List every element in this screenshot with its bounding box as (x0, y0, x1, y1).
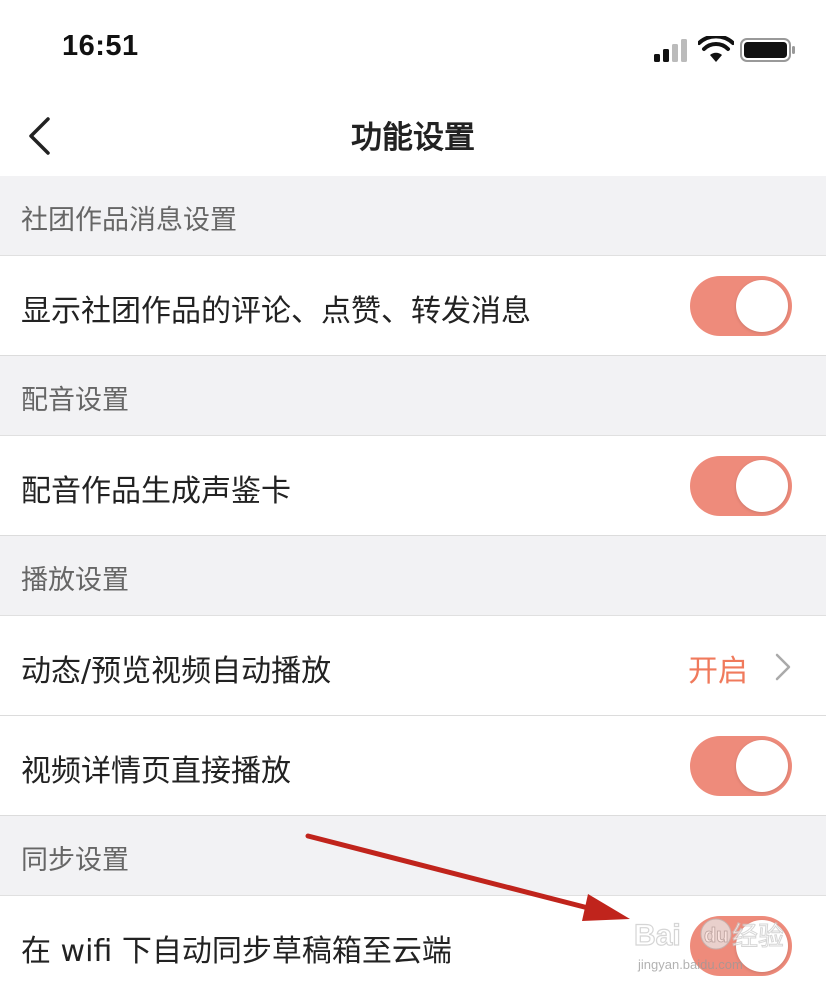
voice-card-toggle[interactable] (690, 456, 792, 516)
direct-play-toggle[interactable] (690, 736, 792, 796)
setting-row-wifi-sync: 在 wifi 下自动同步草稿箱至云端 (0, 896, 826, 993)
setting-row-voice-card: 配音作品生成声鉴卡 (0, 436, 826, 536)
setting-label: 动态/预览视频自动播放 (21, 654, 332, 689)
autoplay-value: 开启 (688, 654, 748, 689)
status-time: 16:51 (62, 30, 139, 62)
section-title: 同步设置 (21, 845, 129, 876)
club-messages-toggle[interactable] (690, 276, 792, 336)
nav-bar: 功能设置 (0, 96, 826, 176)
battery-icon (740, 38, 795, 62)
toggle-knob (736, 740, 788, 792)
setting-row-autoplay[interactable]: 动态/预览视频自动播放 开启 (0, 616, 826, 716)
section-title: 社团作品消息设置 (21, 205, 237, 236)
setting-label: 配音作品生成声鉴卡 (21, 474, 291, 509)
section-header-club: 社团作品消息设置 (0, 176, 826, 256)
section-header-playback: 播放设置 (0, 536, 826, 616)
toggle-knob (736, 920, 788, 972)
section-header-sync: 同步设置 (0, 816, 826, 896)
toggle-knob (736, 280, 788, 332)
page-title: 功能设置 (351, 120, 475, 156)
setting-label: 视频详情页直接播放 (21, 754, 291, 789)
toggle-knob (736, 460, 788, 512)
section-title: 播放设置 (21, 565, 129, 596)
setting-row-direct-play: 视频详情页直接播放 (0, 716, 826, 816)
status-bar: 16:51 (0, 0, 826, 96)
wifi-icon (698, 36, 734, 62)
setting-label: 在 wifi 下自动同步草稿箱至云端 (21, 934, 452, 969)
signal-icon (654, 39, 687, 62)
section-header-dubbing: 配音设置 (0, 356, 826, 436)
setting-label: 显示社团作品的评论、点赞、转发消息 (21, 294, 531, 329)
section-title: 配音设置 (21, 385, 129, 416)
wifi-sync-toggle[interactable] (690, 916, 792, 976)
setting-row-club-messages: 显示社团作品的评论、点赞、转发消息 (0, 256, 826, 356)
chevron-right-icon (775, 653, 791, 681)
